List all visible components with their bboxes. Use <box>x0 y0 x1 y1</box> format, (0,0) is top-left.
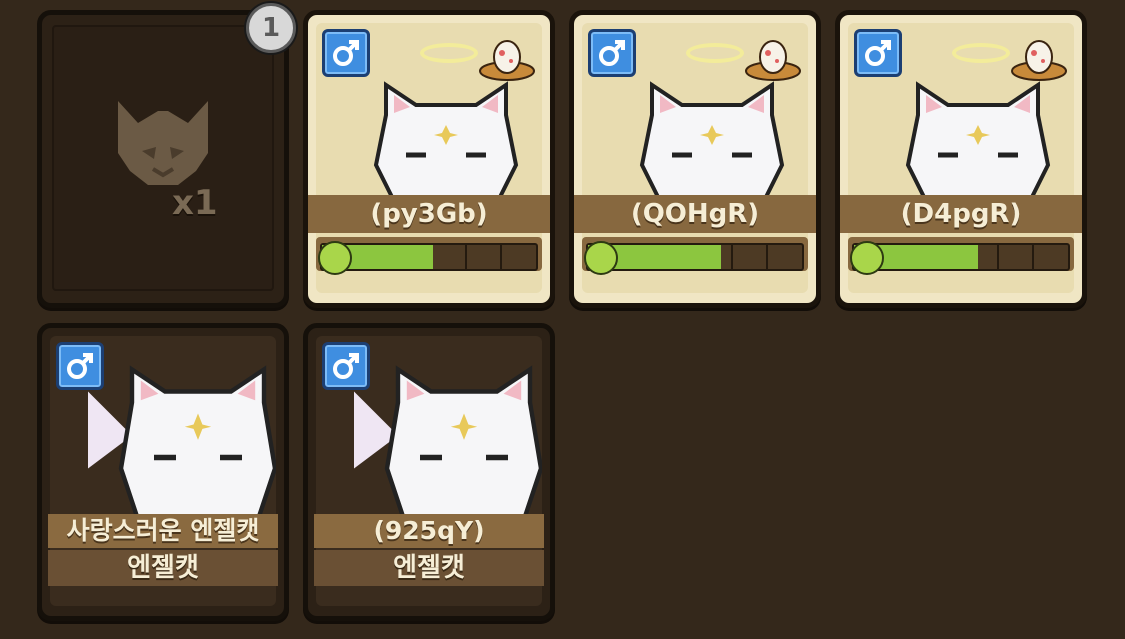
happiness-track <box>318 241 538 275</box>
pet-card[interactable]: (D4pgR) <box>835 10 1087 308</box>
male-gender-icon <box>56 342 104 390</box>
egg-nest-icon <box>479 40 535 81</box>
happiness-bar <box>848 237 1074 275</box>
happiness-track <box>584 241 804 275</box>
male-gender-icon <box>854 29 902 77</box>
halo-icon <box>686 43 744 63</box>
happiness-bar <box>582 237 808 275</box>
male-gender-icon <box>322 29 370 77</box>
pet-name: (QOHgR) <box>574 195 816 233</box>
halo-icon <box>952 43 1010 63</box>
egg-nest-icon <box>1011 40 1067 81</box>
male-gender-icon <box>322 342 370 390</box>
pet-species: 엔젤캣 <box>48 550 278 586</box>
smiley-icon <box>850 241 884 275</box>
happiness-bar <box>316 237 542 275</box>
material-quantity: x1 <box>172 183 218 223</box>
pet-card-owned[interactable]: (925qY) 엔젤캣 <box>303 323 555 621</box>
pet-nickname: 사랑스러운 엔젤캣 <box>48 514 278 548</box>
smiley-icon <box>584 241 618 275</box>
happiness-track <box>850 241 1070 275</box>
count-badge: 1 <box>246 3 296 53</box>
pet-name: (D4pgR) <box>840 195 1082 233</box>
smiley-icon <box>318 241 352 275</box>
male-gender-icon <box>588 29 636 77</box>
egg-nest-icon <box>745 40 801 81</box>
material-slot[interactable]: x1 1 <box>37 3 296 308</box>
pet-species: 엔젤캣 <box>314 550 544 586</box>
halo-icon <box>420 43 478 63</box>
pet-nickname: (925qY) <box>314 514 544 548</box>
pet-card-owned[interactable]: 사랑스러운 엔젤캣 엔젤캣 <box>37 323 289 621</box>
pet-card[interactable]: (py3Gb) <box>303 10 555 308</box>
pet-card[interactable]: (QOHgR) <box>569 10 821 308</box>
pet-name: (py3Gb) <box>308 195 550 233</box>
